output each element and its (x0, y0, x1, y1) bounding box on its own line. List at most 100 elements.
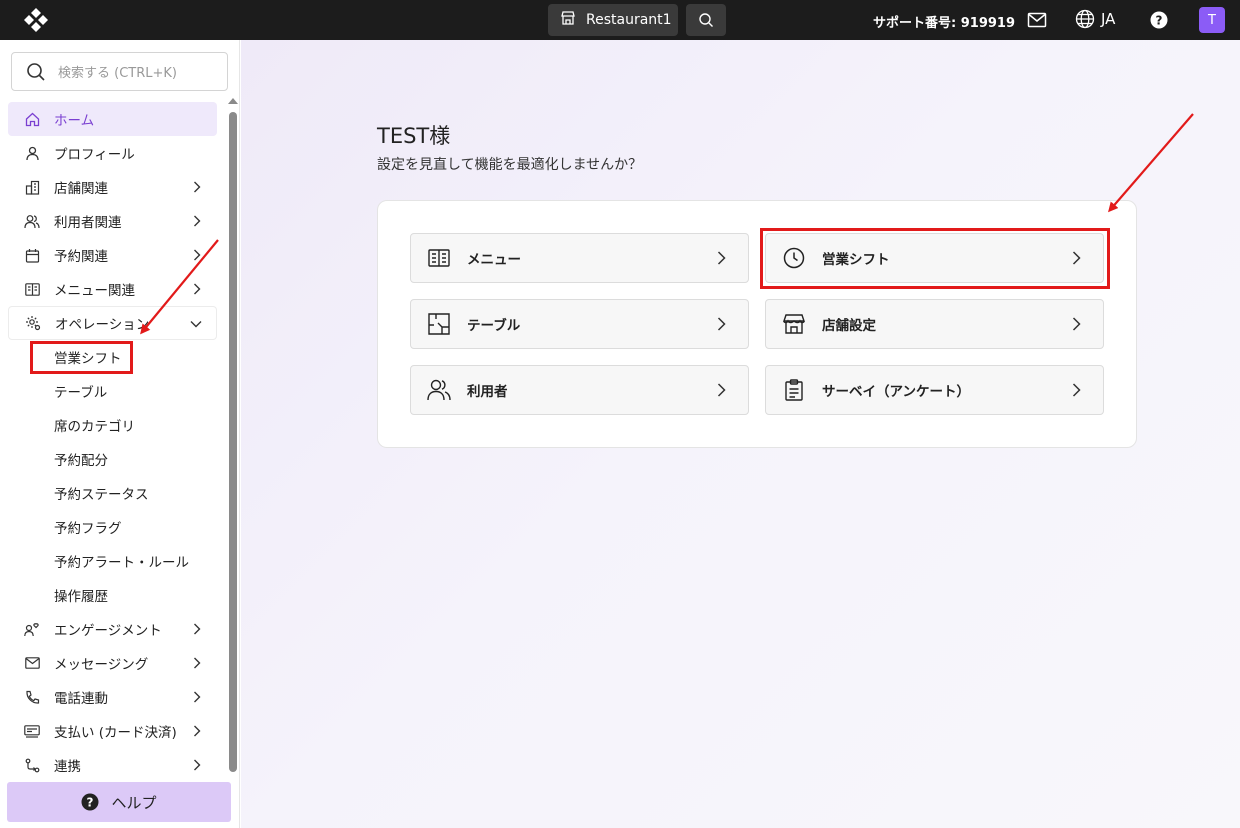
sidebar-item-integration[interactable]: 連携 (8, 748, 217, 782)
sidebar-item-label: メニュー関連 (54, 283, 135, 299)
sidebar-search-input[interactable]: 検索する (CTRL+K) (11, 52, 228, 91)
integration-icon (24, 757, 40, 773)
tile-label: サーベイ（アンケート） (822, 384, 970, 400)
sidebar-item-label: 電話連動 (54, 691, 108, 707)
sidebar-item-profile[interactable]: プロフィール (8, 136, 217, 170)
page-subtitle: 設定を見直して機能を最適化しませんか？ (377, 157, 643, 173)
tile-users[interactable]: 利用者 (410, 365, 749, 415)
sidebar-item-home[interactable]: ホーム (8, 102, 217, 136)
sidebar-item-engagement[interactable]: エンゲージメント (8, 612, 217, 646)
main-content: TEST様 設定を見直して機能を最適化しませんか？ メニュー 営業シフト テーブ… (241, 40, 1240, 828)
chevron-right-icon (194, 249, 201, 261)
clipboard-icon (782, 378, 806, 402)
chevron-right-icon (194, 725, 201, 737)
sidebar-subitem-reservation-flag[interactable]: 予約フラグ (8, 510, 217, 544)
building-icon (24, 179, 40, 195)
chevron-right-icon (194, 181, 201, 193)
avatar[interactable]: T (1199, 7, 1225, 33)
sidebar: 検索する (CTRL+K) ホーム プロフィール 店舗関連 利用者関連 予約関連… (0, 40, 240, 828)
sidebar-item-label: 支払い (カード決済) (54, 725, 177, 741)
sidebar-nav: ホーム プロフィール 店舗関連 利用者関連 予約関連 メニュー関連 オペレーショ… (8, 102, 217, 782)
sidebar-subitem-reservation-allocation[interactable]: 予約配分 (8, 442, 217, 476)
sidebar-subitem-seat-category[interactable]: 席のカテゴリ (8, 408, 217, 442)
tile-label: メニュー (467, 252, 521, 268)
svg-text:?: ? (87, 796, 94, 810)
payment-icon (24, 723, 40, 739)
sidebar-item-operations[interactable]: オペレーション (8, 306, 217, 340)
search-icon (699, 13, 713, 27)
book-icon (427, 246, 451, 270)
sidebar-item-phone[interactable]: 電話連動 (8, 680, 217, 714)
tile-store-settings[interactable]: 店舗設定 (765, 299, 1104, 349)
store-icon (782, 312, 806, 336)
chevron-right-icon (194, 283, 201, 295)
chevron-right-icon (1072, 383, 1081, 397)
tile-menu[interactable]: メニュー (410, 233, 749, 283)
sidebar-item-messaging[interactable]: メッセージング (8, 646, 217, 680)
tile-survey[interactable]: サーベイ（アンケート） (765, 365, 1104, 415)
globe-icon (1075, 9, 1095, 29)
sidebar-subitem-reservation-status[interactable]: 予約ステータス (8, 476, 217, 510)
mail-icon (24, 655, 40, 671)
sidebar-subitem-operation-history[interactable]: 操作履歴 (8, 578, 217, 612)
sidebar-item-label: メッセージング (54, 657, 149, 673)
sidebar-item-users[interactable]: 利用者関連 (8, 204, 217, 238)
sidebar-item-store[interactable]: 店舗関連 (8, 170, 217, 204)
chevron-down-icon (190, 321, 202, 328)
users-icon (427, 378, 451, 402)
sidebar-item-label: 連携 (54, 759, 81, 775)
chevron-right-icon (194, 657, 201, 669)
sidebar-item-label: 利用者関連 (54, 215, 122, 231)
search-icon (27, 62, 45, 81)
floor-plan-icon (427, 312, 451, 336)
sidebar-item-label: 店舗関連 (54, 181, 108, 197)
help-button[interactable]: ? ヘルプ (7, 782, 231, 822)
help-label: ヘルプ (111, 793, 157, 812)
home-icon (24, 111, 40, 127)
sidebar-item-label: 予約関連 (54, 249, 108, 265)
sidebar-scrollbar[interactable] (229, 112, 237, 772)
users-icon (24, 213, 40, 229)
chevron-right-icon (717, 317, 726, 331)
menu-list-icon (24, 281, 40, 297)
sidebar-item-label: エンゲージメント (54, 623, 162, 639)
support-number: サポート番号: 919919 (873, 16, 1015, 31)
top-search-button[interactable] (686, 4, 726, 36)
tile-label: 利用者 (467, 384, 508, 400)
engagement-icon (24, 621, 40, 637)
top-bar: Restaurant1 サポート番号: 919919 JA ? T (0, 0, 1240, 40)
help-icon[interactable]: ? (1150, 11, 1168, 33)
language-selector[interactable]: JA (1075, 9, 1115, 29)
page-title: TEST様 (377, 124, 451, 148)
svg-text:?: ? (1156, 14, 1163, 28)
app-logo-icon[interactable] (22, 7, 50, 33)
restaurant-selector[interactable]: Restaurant1 (548, 4, 678, 36)
tile-table[interactable]: テーブル (410, 299, 749, 349)
search-placeholder: 検索する (CTRL+K) (58, 66, 177, 81)
highlight-box-tile-shift (760, 228, 1110, 289)
chevron-right-icon (1072, 317, 1081, 331)
calendar-icon (24, 247, 40, 263)
operation-gear-icon (25, 315, 41, 331)
sidebar-item-reservations[interactable]: 予約関連 (8, 238, 217, 272)
chevron-right-icon (194, 691, 201, 703)
chevron-right-icon (717, 251, 726, 265)
store-icon (560, 10, 576, 30)
scroll-up-arrow[interactable] (228, 98, 238, 104)
sidebar-item-label: ホーム (54, 113, 95, 129)
sidebar-item-label: オペレーション (55, 317, 150, 333)
sidebar-subitem-table[interactable]: テーブル (8, 374, 217, 408)
user-icon (24, 145, 40, 161)
chevron-right-icon (194, 759, 201, 771)
chevron-right-icon (717, 383, 726, 397)
chevron-right-icon (194, 623, 201, 635)
sidebar-item-payment[interactable]: 支払い (カード決済) (8, 714, 217, 748)
tile-label: 店舗設定 (822, 318, 876, 334)
mail-icon[interactable] (1027, 11, 1047, 33)
restaurant-name: Restaurant1 (586, 12, 672, 28)
sidebar-item-label: プロフィール (54, 147, 135, 163)
language-label: JA (1101, 10, 1116, 28)
sidebar-item-menu[interactable]: メニュー関連 (8, 272, 217, 306)
sidebar-subitem-reservation-alert-rule[interactable]: 予約アラート・ルール (8, 544, 217, 578)
tile-label: テーブル (467, 318, 521, 334)
